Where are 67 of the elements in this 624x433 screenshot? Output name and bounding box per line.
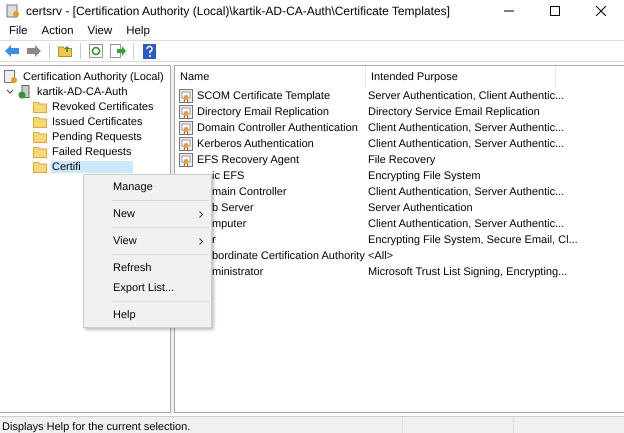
menu-item[interactable]: View	[80, 25, 120, 37]
folder-icon	[33, 160, 47, 172]
table-cell: Server Authentication, Client Authentic...	[368, 90, 564, 102]
tree-item[interactable]: kartik-AD-CA-Auth	[36, 86, 128, 98]
table-cell: Encrypting File System	[368, 170, 480, 182]
menu-item[interactable]: File	[2, 25, 35, 37]
certificate-icon	[179, 153, 193, 167]
table-cell: b Server	[212, 202, 254, 214]
menu-item[interactable]: Manage	[84, 177, 211, 197]
certificate-icon	[179, 89, 193, 103]
certificate-icon	[179, 105, 193, 119]
certificate-icon	[179, 121, 193, 135]
tree-item[interactable]: Revoked Certificates	[51, 100, 154, 112]
table-cell: Client Authentication, Server Authentic...	[368, 218, 564, 230]
chevron-icon	[199, 210, 203, 218]
tree-item[interactable]: Certification Authority (Local)	[22, 70, 165, 82]
menu-item[interactable]: Help	[84, 305, 211, 325]
app-icon	[6, 4, 20, 18]
table-cell: Client Authentication, Server Authentic...	[368, 186, 564, 198]
table-cell: Directory Email Replication	[197, 106, 330, 118]
table-cell: Directory Service Email Replication	[368, 106, 540, 118]
table-cell: ministrator	[212, 266, 264, 278]
menu-item[interactable]: Refresh	[84, 258, 211, 278]
server-icon	[18, 84, 32, 98]
tree-item[interactable]: Issued Certificates	[51, 116, 144, 128]
menu-item[interactable]: Help	[119, 25, 157, 37]
chevron-icon[interactable]	[6, 88, 14, 96]
column-header[interactable]: Intended Purpose	[366, 66, 556, 88]
tree-item[interactable]: Failed Requests	[51, 146, 132, 158]
menu-item[interactable]: Export List...	[84, 278, 211, 298]
table-cell: Client Authentication, Server Authentic...	[368, 122, 564, 134]
window-title: certsrv - [Certification Authority (Local)\kartik-AD-CA-Auth\Certificate Templates]	[26, 4, 451, 18]
table-cell: r	[212, 234, 216, 246]
table-cell: Kerberos Authentication	[197, 138, 314, 150]
refresh-button[interactable]	[87, 42, 105, 60]
table-cell: SCOM Certificate Template	[197, 90, 330, 102]
table-cell: main Controller	[212, 186, 287, 198]
tree-item[interactable]: Pending Requests	[51, 130, 143, 142]
forward-button[interactable]	[25, 42, 43, 60]
menu-item[interactable]: View	[84, 231, 211, 251]
table-cell: ic EFS	[212, 170, 244, 182]
folder-icon	[33, 146, 47, 158]
table-cell: Microsoft Trust List Signing, Encrypting...	[368, 266, 568, 278]
table-cell: mputer	[212, 218, 246, 230]
chevron-icon	[199, 238, 203, 244]
folder-icon	[33, 130, 47, 142]
certificate-icon	[179, 137, 193, 151]
tree-item[interactable]: Certifi	[51, 160, 133, 172]
close-icon	[596, 6, 606, 16]
column-header[interactable]: Name	[175, 66, 366, 88]
table-cell: File Recovery	[368, 154, 436, 166]
maximize-icon	[550, 6, 560, 16]
export-button[interactable]	[109, 42, 127, 60]
table-cell: Client Authentication, Server Authentic...	[368, 138, 564, 150]
folder-icon	[33, 100, 47, 112]
table-cell: EFS Recovery Agent	[197, 154, 300, 166]
table-cell: Domain Controller Authentication	[197, 122, 358, 134]
folder-icon	[33, 116, 47, 128]
menu-item[interactable]: Action	[34, 25, 80, 37]
status-text: Displays Help for the current selection.	[2, 420, 190, 432]
table-cell: Server Authentication	[368, 202, 473, 214]
table-cell: <All>	[368, 250, 394, 262]
table-cell: Encrypting File System, Secure Email, Cl...	[368, 234, 578, 246]
table-cell: bordinate Certification Authority	[212, 250, 365, 262]
help-button[interactable]	[140, 42, 158, 60]
certificate-authority-icon	[4, 70, 18, 84]
menu-item[interactable]: New	[84, 204, 211, 224]
